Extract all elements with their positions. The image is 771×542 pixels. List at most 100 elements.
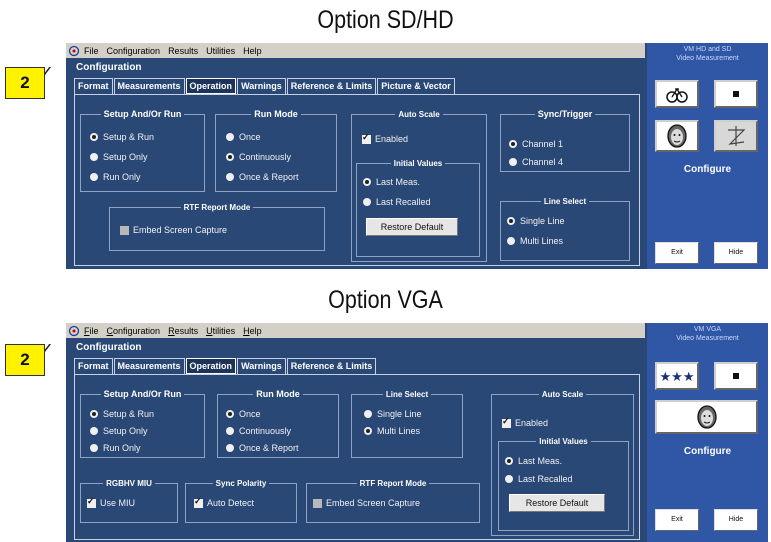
callout-number: 2 <box>5 67 45 99</box>
configuration-title: Configuration <box>76 342 142 353</box>
radio-continuously[interactable]: Continuously <box>226 426 291 436</box>
exit-button[interactable]: Exit <box>655 509 699 531</box>
radio-setup-only[interactable]: Setup Only <box>90 426 148 436</box>
restore-default-button[interactable]: Restore Default <box>509 494 605 512</box>
vector-icon <box>728 126 746 146</box>
auto-scale-group: Auto Scale Enabled Initial Values Last M… <box>351 110 487 262</box>
line-select-title: Line Select <box>382 390 432 399</box>
hide-button[interactable]: Hide <box>714 242 758 264</box>
radio-channel-1[interactable]: Channel 1 <box>509 139 563 149</box>
radio-once-report[interactable]: Once & Report <box>226 172 299 182</box>
side-title-1: VM HD and SD <box>683 46 732 53</box>
restore-default-button[interactable]: Restore Default <box>366 218 458 236</box>
menu-help[interactable]: Help <box>243 326 262 336</box>
radio-last-recalled[interactable]: Last Recalled <box>363 197 431 207</box>
vector-tool-button[interactable] <box>714 120 758 152</box>
stop-button[interactable] <box>714 80 758 108</box>
side-title-2: Video Measurement <box>676 55 739 62</box>
measurement-tool-button[interactable] <box>655 80 699 108</box>
measurement-tool-button[interactable]: ★★★ <box>655 362 699 390</box>
radio-once[interactable]: Once <box>226 409 261 419</box>
tab-format[interactable]: Format <box>74 358 113 374</box>
checkbox-auto-detect[interactable]: Auto Detect <box>194 496 254 508</box>
menu-configuration[interactable]: Configuration <box>107 46 161 56</box>
menu-utilities[interactable]: Utilities <box>206 326 235 336</box>
checkbox-use-miu[interactable]: Use MIU <box>87 496 135 508</box>
auto-scale-title: Auto Scale <box>538 390 587 399</box>
menu-bar: File Configuration Results Utilities Hel… <box>66 43 645 58</box>
app-icon <box>68 45 80 56</box>
initial-values-title: Initial Values <box>536 437 591 446</box>
tab-bar: Format Measurements Operation Warnings R… <box>74 358 377 374</box>
checkbox-enabled[interactable]: Enabled <box>502 416 548 428</box>
radio-channel-4[interactable]: Channel 4 <box>509 157 563 167</box>
setup-run-group: Setup And/Or Run Setup & Run Setup Only … <box>80 389 205 458</box>
menu-file[interactable]: File <box>84 46 99 56</box>
radio-continuously[interactable]: Continuously <box>226 152 291 162</box>
initial-values-group: Initial Values Last Meas. Last Recalled … <box>498 437 629 531</box>
face-icon <box>697 405 717 429</box>
radio-run-only[interactable]: Run Only <box>90 172 141 182</box>
tab-warnings[interactable]: Warnings <box>237 358 286 374</box>
tab-warnings[interactable]: Warnings <box>237 78 286 94</box>
tab-measurements[interactable]: Measurements <box>113 358 185 374</box>
rgbhv-miu-group: RGBHV MIU Use MIU <box>80 479 178 523</box>
auto-scale-group: Auto Scale Enabled Initial Values Last M… <box>491 390 634 536</box>
tab-reference-limits[interactable]: Reference & Limits <box>286 358 377 374</box>
radio-setup-only[interactable]: Setup Only <box>90 152 148 162</box>
tab-format[interactable]: Format <box>74 78 113 94</box>
line-select-group: Line Select Single Line Multi Lines <box>351 390 463 458</box>
sync-trigger-group: Sync/Trigger Channel 1 Channel 4 <box>500 109 630 172</box>
run-mode-group: Run Mode Once Continuously Once & Report <box>215 109 337 192</box>
svg-text:★★★: ★★★ <box>660 370 695 385</box>
radio-run-only[interactable]: Run Only <box>90 443 141 453</box>
radio-once[interactable]: Once <box>226 132 261 142</box>
radio-setup-run[interactable]: Setup & Run <box>90 409 154 419</box>
stop-button[interactable] <box>714 362 758 390</box>
menu-help[interactable]: Help <box>243 46 262 56</box>
picture-tool-button[interactable] <box>655 400 758 434</box>
tab-bar: Format Measurements Operation Warnings R… <box>74 78 456 94</box>
run-mode-title: Run Mode <box>253 389 303 399</box>
menu-results[interactable]: Results <box>168 46 198 56</box>
checkbox-embed-screen[interactable]: Embed Screen Capture <box>313 498 420 508</box>
stop-square-icon <box>733 373 739 379</box>
tab-picture-vector[interactable]: Picture & Vector <box>377 78 455 94</box>
exit-button[interactable]: Exit <box>655 242 699 264</box>
initial-values-group: Initial Values Last Meas. Last Recalled … <box>356 159 480 257</box>
menu-utilities[interactable]: Utilities <box>206 46 235 56</box>
radio-single-line[interactable]: Single Line <box>364 409 422 419</box>
sync-trigger-title: Sync/Trigger <box>534 109 596 119</box>
line-select-group: Line Select Single Line Multi Lines <box>500 197 630 261</box>
stop-square-icon <box>733 91 739 97</box>
checkbox-embed-screen[interactable]: Embed Screen Capture <box>120 225 227 235</box>
callout-top: 2 <box>5 67 69 99</box>
line-select-title: Line Select <box>540 197 590 206</box>
radio-last-meas[interactable]: Last Meas. <box>363 177 420 187</box>
menu-bar: File Configuration Results Utilities Hel… <box>66 323 645 338</box>
radio-multi-lines[interactable]: Multi Lines <box>364 426 420 436</box>
menu-results[interactable]: Results <box>168 326 198 336</box>
tab-measurements[interactable]: Measurements <box>113 78 185 94</box>
picture-tool-button[interactable] <box>655 120 699 152</box>
radio-multi-lines[interactable]: Multi Lines <box>507 236 563 246</box>
tab-reference-limits[interactable]: Reference & Limits <box>286 78 377 94</box>
tab-operation[interactable]: Operation <box>185 78 237 94</box>
checkbox-enabled[interactable]: Enabled <box>362 132 408 144</box>
rgbhv-miu-title: RGBHV MIU <box>103 479 155 488</box>
hide-button[interactable]: Hide <box>714 509 758 531</box>
side-panel: VM HD and SD Video Measurement Configure… <box>647 43 768 269</box>
menu-configuration[interactable]: Configuration <box>107 326 161 336</box>
vga-window: File Configuration Results Utilities Hel… <box>66 323 768 542</box>
setup-run-title: Setup And/Or Run <box>100 389 185 399</box>
radio-single-line[interactable]: Single Line <box>507 216 565 226</box>
radio-last-meas[interactable]: Last Meas. <box>505 456 562 466</box>
menu-file[interactable]: File <box>84 326 99 336</box>
radio-last-recalled[interactable]: Last Recalled <box>505 474 573 484</box>
side-title-2: Video Measurement <box>676 335 739 342</box>
run-mode-title: Run Mode <box>251 109 301 119</box>
radio-once-report[interactable]: Once & Report <box>226 443 299 453</box>
tab-operation[interactable]: Operation <box>185 358 237 374</box>
radio-setup-run[interactable]: Setup & Run <box>90 132 154 142</box>
face-icon <box>667 124 687 148</box>
